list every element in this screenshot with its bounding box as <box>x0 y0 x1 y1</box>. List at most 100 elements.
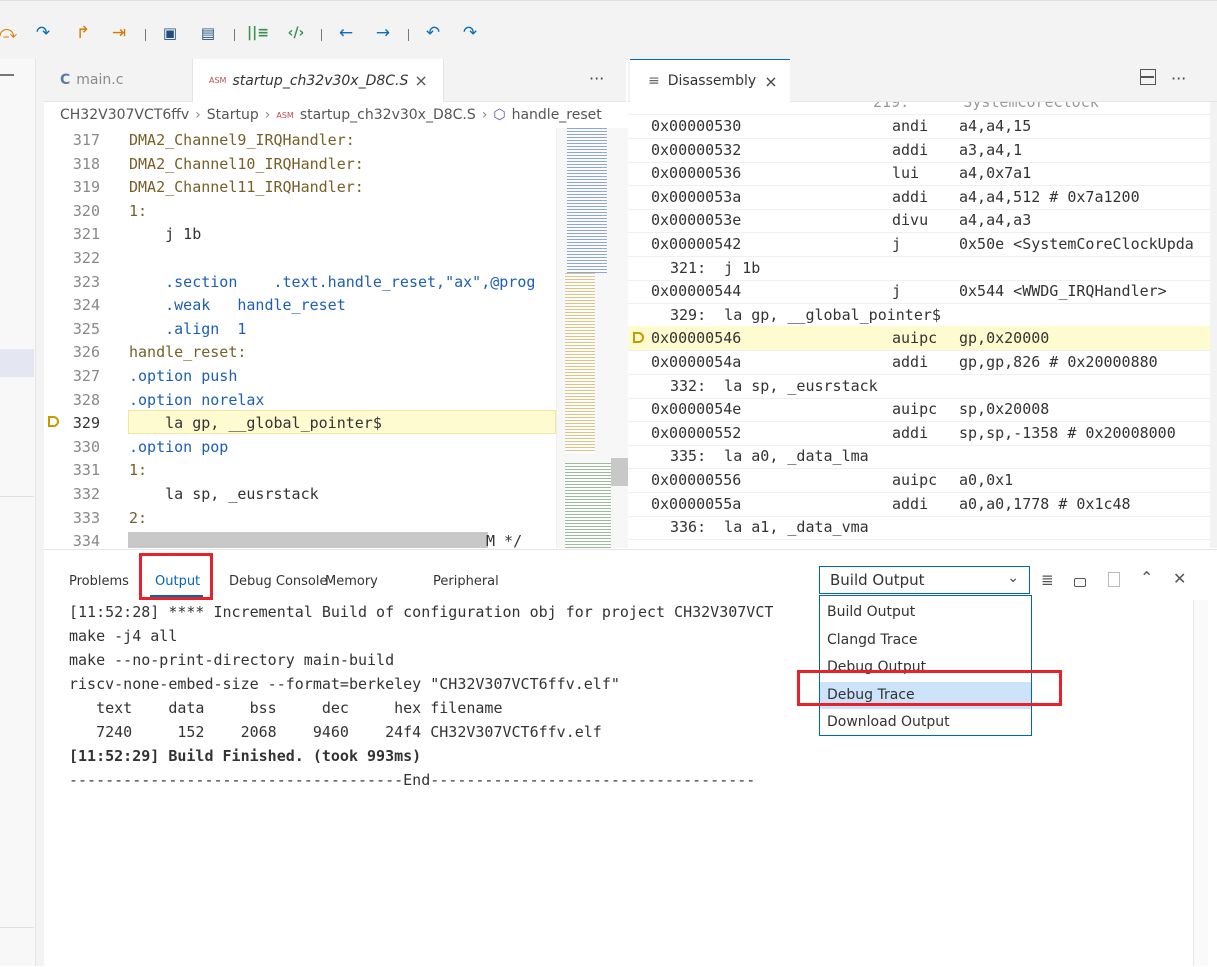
disassembly-row[interactable]: 0x00000532 addi a3,a4,1 <box>628 138 1210 163</box>
code-line[interactable]: 320 1: <box>44 199 556 223</box>
disassembly-row[interactable]: 0x00000544 j 0x544 <WWDG_IRQHandler> <box>628 279 1210 305</box>
back-icon[interactable]: ← <box>334 21 358 45</box>
tab-disassembly[interactable]: ≡ Disassembly × <box>630 59 790 102</box>
lock-scroll-icon[interactable] <box>1074 578 1086 587</box>
disassembly-source-line[interactable]: 332: la sp, _eusrstack <box>628 374 1210 399</box>
code-line[interactable]: 317 DMA2_Channel9_IRQHandler: <box>44 128 556 152</box>
line-number: 331 <box>72 461 100 480</box>
code-line[interactable]: 327 .option push <box>44 364 556 388</box>
code-text: .option norelax <box>129 390 265 409</box>
tab-peripheral[interactable]: Peripheral <box>433 574 499 589</box>
code-line[interactable]: 319 DMA2_Channel11_IRQHandler: <box>44 175 556 199</box>
help-icon[interactable]: ▣ <box>158 21 182 45</box>
code-text: .weak handle_reset <box>129 296 346 315</box>
code-line[interactable]: 322 <box>44 246 556 270</box>
chat-icon[interactable]: ▤ <box>196 21 220 45</box>
code-line[interactable]: 330 .option pop <box>44 435 556 459</box>
disassembly-source-line[interactable]: 335: la a0, _data_lma <box>628 444 1210 470</box>
tab-main-c[interactable]: C main.c <box>44 59 193 101</box>
redo-icon[interactable]: ↷ <box>458 21 482 45</box>
output-channel-select[interactable]: Build Output ⌄ <box>819 566 1030 594</box>
code-text: j 1b <box>129 225 202 244</box>
close-icon[interactable]: × <box>414 71 427 90</box>
breadcrumb-symbol[interactable]: handle_reset <box>512 107 602 123</box>
code-text: DMA2_Channel11_IRQHandler: <box>129 178 364 197</box>
code-line[interactable]: 323 .section .text.handle_reset,"ax",@pr… <box>44 270 556 294</box>
code-line[interactable]: 328 .option norelax <box>44 388 556 412</box>
minimap-slider[interactable] <box>611 458 629 486</box>
code-line[interactable]: 332 la sp, _eusrstack <box>44 482 556 506</box>
breadcrumb-project[interactable]: CH32V307VCT6ffv <box>60 107 189 123</box>
tab-memory[interactable]: Memory <box>325 574 378 589</box>
line-number: 317 <box>72 131 100 149</box>
dropdown-option[interactable]: Clangd Trace <box>820 627 1031 654</box>
code-line[interactable]: 326 handle_reset: <box>44 340 556 364</box>
disassembly-row[interactable]: 0x0000053e divu a4,a4,a3 <box>628 208 1210 234</box>
disassembly-row[interactable]: 0x00000556 auipc a0,0x1 <box>628 468 1210 493</box>
output-line: text data bss dec hex filename <box>69 699 503 717</box>
forward-icon[interactable]: → <box>371 21 395 45</box>
disassembly-source-line[interactable]: 329: la gp, __global_pointer$ <box>628 303 1210 328</box>
disassembly-row[interactable]: 0x00000546 auipc gp,0x20000 <box>628 326 1210 352</box>
disassembly-row[interactable]: 0x0000055a addi a0,a0,1778 # 0x1c48 <box>628 492 1210 517</box>
code-line[interactable]: 321 j 1b <box>44 222 556 246</box>
scrollbar[interactable] <box>1210 102 1217 548</box>
address: 0x00000536 <box>651 164 742 183</box>
code-icon[interactable]: ‹/› <box>284 21 308 45</box>
scrollbar[interactable] <box>1193 600 1208 966</box>
tab-startup-s[interactable]: ASM startup_ch32v30x_D8C.S × <box>193 59 444 102</box>
breadcrumb-folder[interactable]: Startup <box>207 107 259 123</box>
minimap[interactable] <box>556 128 629 548</box>
undo-icon[interactable]: ↶ <box>421 21 445 45</box>
run-to-line-icon[interactable]: ⇥ <box>107 21 131 45</box>
close-panel-icon[interactable]: ✕ <box>1173 569 1186 588</box>
code-editor[interactable]: 317 DMA2_Channel9_IRQHandler: 318 DMA2_Chan… <box>44 128 556 548</box>
symbol-cube-icon: ⬡ <box>493 107 506 123</box>
disassembly-row[interactable]: 0x00000542 j 0x50e <SystemCoreClockUpda <box>628 232 1210 257</box>
code-line[interactable]: 329 la gp, __global_pointer$ <box>44 411 556 435</box>
sidebar-selected-item[interactable] <box>0 349 34 377</box>
code-line[interactable]: 334 M */ <box>44 529 556 548</box>
close-icon[interactable]: × <box>764 72 777 91</box>
code-line[interactable]: 333 2: <box>44 506 556 530</box>
chevron-up-icon[interactable]: ⌃ <box>1140 568 1153 587</box>
code-line[interactable]: 318 DMA2_Channel10_IRQHandler: <box>44 152 556 176</box>
dropdown-option[interactable]: Build Output <box>820 599 1031 626</box>
line-number: 330 <box>72 437 100 456</box>
open-in-editor-icon[interactable] <box>1108 572 1120 587</box>
disassembly-row[interactable]: 0x00000536 lui a4,0x7a1 <box>628 161 1210 187</box>
breadcrumb: CH32V307VCT6ffv › Startup › ASM startup_… <box>44 102 626 128</box>
disassembly-row[interactable]: 0x00000552 addi sp,sp,-1358 # 0x20008000 <box>628 421 1210 446</box>
operands: a4,a4,a3 <box>959 211 1032 230</box>
mnemonic: addi <box>892 494 929 513</box>
split-editor-icon[interactable] <box>1140 69 1156 85</box>
step-return-icon[interactable]: ↱ <box>71 21 95 45</box>
dropdown-option[interactable]: Download Output <box>820 709 1031 736</box>
tab-label: Disassembly <box>667 73 757 89</box>
step-into-icon[interactable]: ↷ <box>31 21 55 45</box>
disassembly-view[interactable]: 219: SystemCoreClock 0x00000530 andi a4,a4… <box>628 102 1210 548</box>
minimap-lines <box>565 463 611 548</box>
sash[interactable] <box>36 59 44 966</box>
line-number: 324 <box>72 296 100 315</box>
disassembly-source-line[interactable]: 321: j 1b <box>628 256 1210 281</box>
disassembly-row[interactable]: 0x00000530 andi a4,a4,15 <box>628 114 1210 139</box>
code-line[interactable]: 325 .align 1 <box>44 317 556 341</box>
code-line[interactable]: 331 1: <box>44 458 556 482</box>
address: 0x0000054e <box>651 400 742 419</box>
step-over-icon[interactable]: ⤼ <box>0 21 20 45</box>
breadcrumb-file[interactable]: startup_ch32v30x_D8C.S <box>300 107 476 123</box>
disassembly-source-line[interactable]: 336: la a1, _data_vma <box>628 515 1210 541</box>
tab-problems[interactable]: Problems <box>69 574 129 589</box>
asm-file-icon: ASM <box>276 110 294 120</box>
disassembly-row[interactable]: 0x0000054e auipc sp,0x20008 <box>628 397 1210 423</box>
disassembly-row[interactable]: 0x0000054a addi gp,gp,826 # 0x20000880 <box>628 350 1210 375</box>
collapse-icon[interactable] <box>0 74 14 76</box>
disassembly-row[interactable]: 0x0000053a addi a4,a4,512 # 0x7a1200 <box>628 185 1210 210</box>
more-actions-icon[interactable]: ··· <box>1171 69 1186 88</box>
tab-debug-console[interactable]: Debug Console <box>229 574 328 589</box>
code-line[interactable]: 324 .weak handle_reset <box>44 293 556 317</box>
columns-icon[interactable]: ||≡ <box>246 21 270 45</box>
more-actions-icon[interactable]: ··· <box>589 69 604 88</box>
clear-output-icon[interactable]: ≣ <box>1041 571 1054 589</box>
